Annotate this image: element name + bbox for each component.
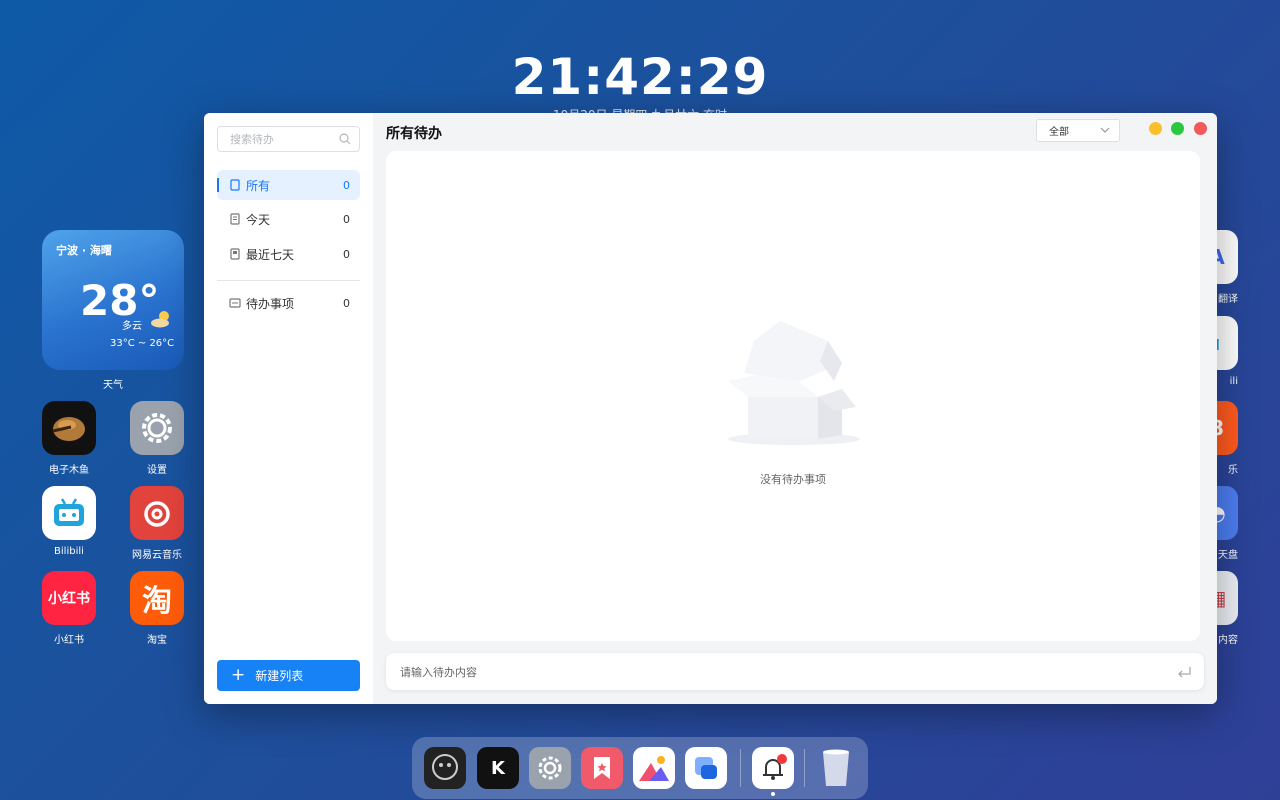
- dock-app-bookmark-icon[interactable]: [581, 747, 623, 789]
- empty-state-text: 没有待办事项: [760, 473, 826, 486]
- app-bilibili[interactable]: Bilibili: [29, 486, 109, 557]
- minimize-button[interactable]: [1149, 122, 1162, 135]
- todo-window: 搜索待办 所有 0 今天 0 最近七天 0 待办事项 0 + 新建列表 所有待办…: [204, 113, 1217, 704]
- main-area: 所有待办 全部 没有待办事项: [373, 113, 1217, 704]
- chevron-down-icon: [1100, 127, 1110, 133]
- weather-location: 宁波 · 海曙: [56, 244, 112, 257]
- weather-widget[interactable]: 宁波 · 海曙 28° 多云 33°C ~ 26°C: [42, 230, 184, 370]
- dock-app-photo-icon[interactable]: [424, 747, 466, 789]
- weather-temperature: 28°: [80, 276, 160, 325]
- empty-box-icon: [728, 321, 860, 445]
- dock-app-files-icon[interactable]: [685, 747, 727, 789]
- dock: K: [412, 737, 868, 799]
- taobao-icon: 淘: [130, 571, 184, 625]
- sidebar: 搜索待办 所有 0 今天 0 最近七天 0 待办事项 0 + 新建列表: [204, 113, 373, 704]
- nav-label: 待办事项: [246, 296, 295, 311]
- search-placeholder: 搜索待办: [230, 133, 274, 146]
- nav-count: 0: [343, 296, 350, 310]
- app-netease-music[interactable]: 网易云音乐: [117, 486, 197, 561]
- netease-music-icon: [130, 486, 184, 540]
- dock-app-reminder-icon[interactable]: [752, 747, 794, 789]
- app-label: 网易云音乐: [132, 550, 182, 561]
- sidebar-divider: [217, 280, 360, 281]
- search-box[interactable]: 搜索待办: [217, 126, 360, 152]
- maximize-button[interactable]: [1171, 122, 1184, 135]
- app-wooden-fish[interactable]: 电子木鱼: [29, 401, 109, 476]
- nav-item-todo-items[interactable]: 待办事项 0: [217, 288, 360, 318]
- close-button[interactable]: [1194, 122, 1207, 135]
- app-taobao[interactable]: 淘 淘宝: [117, 571, 197, 646]
- nav-label: 所有: [246, 178, 271, 193]
- todo-input[interactable]: [400, 663, 1140, 681]
- nav-count: 0: [343, 178, 350, 192]
- desktop-clock: 21:42:29: [511, 48, 769, 106]
- todo-list-panel: 没有待办事项: [386, 151, 1200, 641]
- nav-count: 0: [343, 212, 350, 226]
- new-list-button[interactable]: + 新建列表: [217, 660, 360, 691]
- document-icon: [230, 213, 240, 225]
- filter-value: 全部: [1049, 127, 1069, 138]
- dock-app-settings-icon[interactable]: [529, 747, 571, 789]
- app-xiaohongshu[interactable]: 小红书 小红书: [29, 571, 109, 646]
- nav-item-today[interactable]: 今天 0: [217, 204, 360, 234]
- app-label: Bilibili: [54, 546, 84, 557]
- inbox-icon: [229, 298, 241, 308]
- gear-icon: [130, 401, 184, 455]
- nav-label: 最近七天: [246, 247, 295, 262]
- nav-label: 今天: [246, 212, 271, 227]
- nav-count: 0: [343, 247, 350, 261]
- dock-app-gallery-icon[interactable]: [633, 747, 675, 789]
- nav-item-last-seven-days[interactable]: 最近七天 0: [217, 239, 360, 269]
- page-title: 所有待办: [386, 126, 442, 142]
- enter-icon[interactable]: [1176, 665, 1192, 679]
- todo-input-bar: [386, 653, 1204, 690]
- xiaohongshu-icon: 小红书: [42, 571, 96, 625]
- filter-select[interactable]: 全部: [1036, 119, 1120, 142]
- list-icon: [230, 179, 240, 191]
- dock-app-keep-icon[interactable]: K: [477, 747, 519, 789]
- nav-item-all[interactable]: 所有 0: [217, 170, 360, 200]
- app-label: 电子木鱼: [49, 465, 89, 476]
- weather-label: 天气: [103, 380, 123, 391]
- app-label: 设置: [147, 465, 167, 476]
- app-label: 小红书: [54, 635, 84, 646]
- new-list-label: 新建列表: [255, 669, 304, 683]
- bilibili-icon: [42, 486, 96, 540]
- dock-separator: [740, 749, 741, 787]
- calendar-icon: [230, 248, 240, 260]
- running-indicator: [771, 792, 775, 796]
- search-icon: [339, 133, 351, 145]
- dock-separator: [804, 749, 805, 787]
- app-label: 淘宝: [147, 635, 167, 646]
- wooden-fish-icon: [42, 401, 96, 455]
- weather-condition: 多云: [122, 321, 142, 332]
- app-settings[interactable]: 设置: [117, 401, 197, 476]
- trash-icon[interactable]: [815, 747, 857, 789]
- weather-range: 33°C ~ 26°C: [110, 338, 175, 349]
- plus-icon: +: [231, 665, 246, 685]
- partly-cloudy-icon: [151, 311, 169, 328]
